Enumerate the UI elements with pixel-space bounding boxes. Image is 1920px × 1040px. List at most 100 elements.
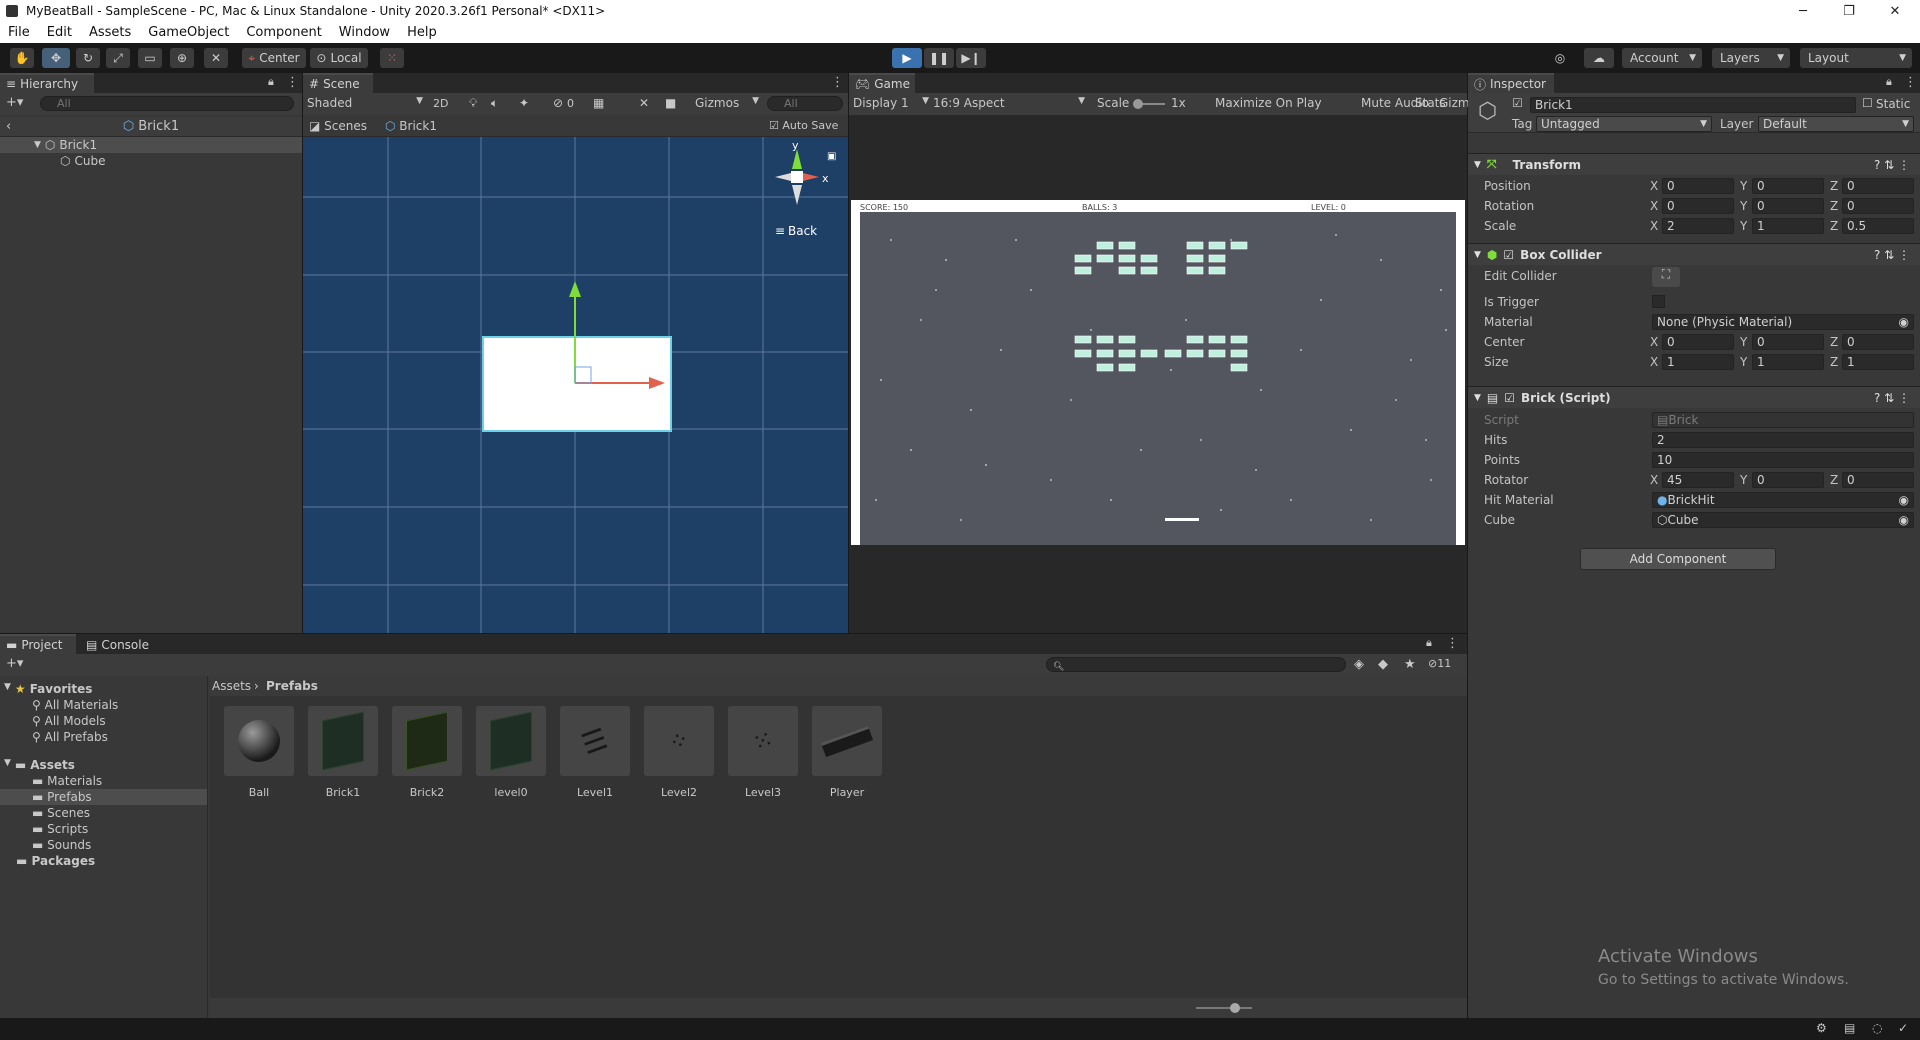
- size-z-field[interactable]: 1: [1842, 354, 1914, 370]
- favorite-all-prefabs[interactable]: ⚲ All Prefabs: [32, 730, 108, 744]
- menu-assets[interactable]: Assets: [89, 25, 131, 40]
- expand-arrow-icon[interactable]: ▼: [4, 758, 11, 772]
- camera-icon[interactable]: ■: [665, 96, 676, 110]
- asset-level3[interactable]: ⁙ Level3: [728, 706, 798, 799]
- object-picker-icon[interactable]: ◉: [1899, 315, 1909, 329]
- play-button[interactable]: ▶: [892, 48, 922, 68]
- favorite-all-materials[interactable]: ⚲ All Materials: [32, 698, 118, 712]
- game-view[interactable]: SCORE: 150 BALLS: 3 LEVEL: 0: [851, 200, 1465, 545]
- icon-size-slider-thumb[interactable]: [1230, 1003, 1240, 1013]
- hierarchy-item-cube[interactable]: ⬡ Cube: [0, 153, 300, 169]
- menu-file[interactable]: File: [8, 25, 30, 40]
- menu-edit[interactable]: Edit: [47, 25, 72, 40]
- position-z-field[interactable]: 0: [1842, 178, 1914, 194]
- tab-hierarchy[interactable]: ≡ Hierarchy: [0, 73, 94, 93]
- scene-viewport[interactable]: y x ▣ ≡ Back: [303, 137, 848, 633]
- rotator-z-field[interactable]: 0: [1842, 472, 1914, 488]
- hit-material-field[interactable]: ● BrickHit ◉: [1652, 492, 1914, 508]
- points-field[interactable]: 10: [1652, 452, 1914, 468]
- hidden-objects-icon[interactable]: ⊘: [553, 96, 563, 110]
- pivot-center-toggle[interactable]: ⌖ Center: [242, 48, 306, 68]
- favorite-all-models[interactable]: ⚲ All Models: [32, 714, 106, 728]
- menu-component[interactable]: Component: [246, 25, 321, 40]
- grid-icon[interactable]: ▦: [593, 96, 604, 110]
- lock-icon[interactable]: 🔒︎: [268, 75, 274, 89]
- menu-window[interactable]: Window: [339, 25, 390, 40]
- rotation-x-field[interactable]: 0: [1662, 198, 1734, 214]
- more-options-icon[interactable]: ⋮: [1446, 636, 1459, 651]
- static-label[interactable]: Static: [1876, 97, 1910, 111]
- game-render-canvas[interactable]: SCORE: 150 BALLS: 3 LEVEL: 0: [851, 200, 1465, 545]
- edit-collider-button[interactable]: ⛶: [1652, 267, 1680, 287]
- is-trigger-checkbox[interactable]: [1652, 295, 1665, 308]
- layer-dropdown[interactable]: Default ▼: [1758, 116, 1914, 132]
- back-arrow-icon[interactable]: ‹: [6, 119, 11, 134]
- scene-search-input[interactable]: [767, 96, 843, 111]
- layout-dropdown[interactable]: Layout ▼: [1800, 48, 1912, 68]
- static-checkbox[interactable]: ☐: [1862, 96, 1873, 110]
- asset-level1[interactable]: ☰ Level1: [560, 706, 630, 799]
- hits-field[interactable]: 2: [1652, 432, 1914, 448]
- auto-save-toggle[interactable]: ☑ Auto Save: [769, 119, 838, 132]
- object-name-field[interactable]: Brick1: [1530, 97, 1856, 113]
- scale-x-field[interactable]: 2: [1662, 218, 1734, 234]
- tab-project[interactable]: ▬ Project: [0, 634, 76, 654]
- tab-inspector[interactable]: ⓘ Inspector: [1468, 73, 1554, 93]
- scenes-breadcrumb[interactable]: ◪ Scenes: [309, 119, 367, 133]
- more-options-icon[interactable]: ⋮: [1904, 75, 1917, 90]
- more-options-icon[interactable]: ⋮: [831, 75, 844, 90]
- asset-ball[interactable]: Ball: [224, 706, 294, 799]
- rect-tool-icon[interactable]: ▭: [138, 48, 162, 68]
- expand-arrow-icon[interactable]: ▼: [1474, 160, 1481, 170]
- close-window-button[interactable]: ✕: [1872, 0, 1918, 22]
- expand-arrow-icon[interactable]: ▼: [34, 140, 41, 150]
- game-gizmos-toggle[interactable]: Gizm: [1439, 96, 1470, 110]
- component-menu-icons[interactable]: ? ⇅ ⋮: [1874, 158, 1910, 172]
- breadcrumb-assets[interactable]: Assets: [212, 679, 251, 693]
- collab-icon[interactable]: ◎: [1548, 48, 1572, 68]
- menu-help[interactable]: Help: [407, 25, 437, 40]
- tag-dropdown[interactable]: Untagged ▼: [1536, 116, 1712, 132]
- status-check-icon[interactable]: ✓: [1898, 1021, 1908, 1035]
- aspect-dropdown[interactable]: 16:9 Aspect ▼: [933, 96, 1085, 110]
- material-field[interactable]: None (Physic Material) ◉: [1652, 314, 1914, 330]
- asset-brick2[interactable]: Brick2: [392, 706, 462, 799]
- minimize-button[interactable]: ─: [1780, 0, 1826, 22]
- pivot-local-toggle[interactable]: ⊙ Local: [310, 48, 368, 68]
- asset-level2[interactable]: ⁘ Level2: [644, 706, 714, 799]
- object-picker-icon[interactable]: ◉: [1899, 493, 1909, 507]
- add-component-button[interactable]: Add Component: [1580, 548, 1776, 570]
- expand-arrow-icon[interactable]: ▼: [1474, 393, 1481, 403]
- rotator-x-field[interactable]: 45: [1662, 472, 1734, 488]
- favorites-star-icon[interactable]: ★: [1404, 657, 1416, 672]
- maximize-on-play-toggle[interactable]: Maximize On Play: [1215, 96, 1322, 110]
- component-menu-icons[interactable]: ? ⇅ ⋮: [1874, 248, 1910, 262]
- lock-icon[interactable]: 🔒︎: [1426, 636, 1432, 650]
- size-x-field[interactable]: 1: [1662, 354, 1734, 370]
- folder-prefabs[interactable]: ▬ Prefabs: [32, 790, 92, 804]
- gizmos-dropdown[interactable]: Gizmos ▼: [695, 96, 759, 110]
- rotation-z-field[interactable]: 0: [1842, 198, 1914, 214]
- prefab-breadcrumb[interactable]: ⬡ Brick1: [385, 119, 437, 133]
- packages-section[interactable]: ▬ Packages: [16, 854, 95, 868]
- lighting-icon[interactable]: 💡︎: [469, 96, 477, 111]
- layers-dropdown[interactable]: Layers ▼: [1712, 48, 1790, 68]
- 2d-toggle[interactable]: 2D: [433, 97, 448, 110]
- restore-button[interactable]: ❐: [1826, 0, 1872, 22]
- tools-icon[interactable]: ✕: [639, 96, 649, 110]
- asset-level0[interactable]: level0: [476, 706, 546, 799]
- pause-button[interactable]: ❚❚: [924, 48, 954, 68]
- center-z-field[interactable]: 0: [1842, 334, 1914, 350]
- step-button[interactable]: ▶❙: [956, 48, 986, 68]
- position-y-field[interactable]: 0: [1752, 178, 1824, 194]
- active-checkbox[interactable]: ☑: [1512, 96, 1523, 110]
- center-x-field[interactable]: 0: [1662, 334, 1734, 350]
- cloud-icon[interactable]: ☁: [1584, 48, 1614, 68]
- scale-slider-thumb[interactable]: [1133, 99, 1143, 109]
- hidden-packages-toggle[interactable]: ⊘11: [1428, 657, 1451, 670]
- component-enabled-checkbox[interactable]: ☑: [1504, 391, 1515, 405]
- audio-icon[interactable]: 🔈︎: [491, 96, 498, 111]
- display-dropdown[interactable]: Display 1 ▼: [853, 96, 929, 110]
- component-enabled-checkbox[interactable]: ☑: [1503, 248, 1514, 262]
- component-menu-icons[interactable]: ? ⇅ ⋮: [1874, 391, 1910, 405]
